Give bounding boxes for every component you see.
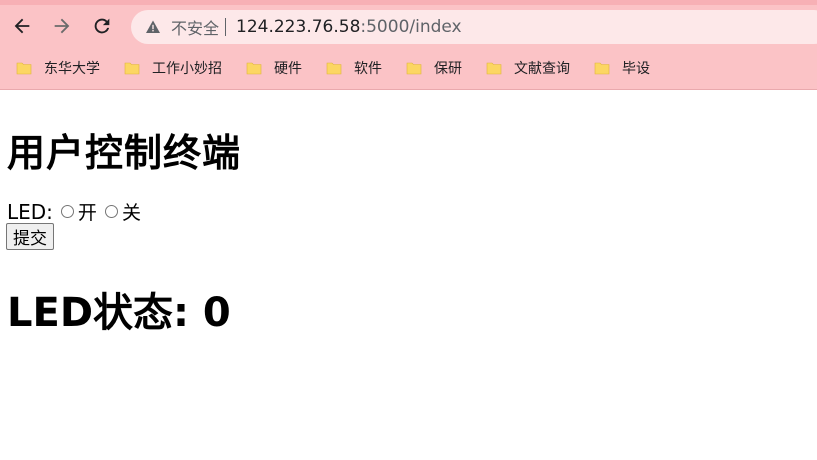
- led-status: LED状态: 0: [7, 290, 231, 336]
- bookmark-graduation[interactable]: 毕设: [586, 54, 658, 82]
- led-label: LED:: [7, 199, 53, 224]
- arrow-left-icon: [14, 18, 30, 34]
- url-host: 124.223.76.58: [236, 17, 361, 37]
- browser-toolbar: 不安全 124.223.76.58:5000/index: [0, 6, 817, 46]
- back-button[interactable]: [10, 14, 34, 38]
- bookmark-postgrad[interactable]: 保研: [398, 54, 470, 82]
- radio-on-label[interactable]: 开: [78, 198, 97, 225]
- url-path: :5000/index: [360, 17, 462, 37]
- page-title: 用户控制终端: [7, 131, 242, 175]
- bookmark-software[interactable]: 软件: [318, 54, 390, 82]
- reload-button[interactable]: [90, 14, 114, 38]
- forward-button[interactable]: [50, 14, 74, 38]
- folder-icon: [246, 61, 262, 75]
- radio-off[interactable]: [104, 205, 118, 218]
- folder-icon: [16, 61, 32, 75]
- address-bar[interactable]: 不安全 124.223.76.58:5000/index: [131, 10, 817, 44]
- tab-strip-edge: [0, 0, 817, 5]
- warning-triangle-icon[interactable]: [145, 19, 161, 35]
- bookmark-label: 工作小妙招: [152, 61, 222, 77]
- arrow-right-icon: [54, 18, 70, 34]
- bookmark-label: 保研: [434, 61, 462, 77]
- url-text[interactable]: 124.223.76.58:5000/index: [236, 17, 462, 37]
- bookmark-label: 软件: [354, 61, 382, 77]
- address-divider: [225, 18, 227, 36]
- folder-icon: [486, 61, 502, 75]
- page-content: 用户控制终端 LED: 开 关 提交 LED状态: 0: [0, 90, 817, 460]
- folder-icon: [124, 61, 140, 75]
- reload-icon: [94, 18, 110, 34]
- folder-icon: [594, 61, 610, 75]
- bookmarks-bar: 东华大学 工作小妙招 硬件 软件 保研 文献查询 毕设: [0, 50, 817, 86]
- submit-button[interactable]: 提交: [6, 223, 54, 250]
- radio-on[interactable]: [60, 205, 74, 218]
- led-control-form: LED: 开 关: [7, 198, 147, 225]
- bookmark-label: 东华大学: [44, 61, 100, 77]
- security-label[interactable]: 不安全: [171, 15, 219, 39]
- bookmark-literature[interactable]: 文献查询: [478, 54, 578, 82]
- bookmark-label: 硬件: [274, 61, 302, 77]
- folder-icon: [326, 61, 342, 75]
- bookmark-label: 文献查询: [514, 61, 570, 77]
- radio-off-label[interactable]: 关: [122, 198, 141, 225]
- bookmark-label: 毕设: [622, 61, 650, 77]
- bookmark-donghua[interactable]: 东华大学: [8, 54, 108, 82]
- bookmark-work-tips[interactable]: 工作小妙招: [116, 54, 230, 82]
- browser-chrome: 不安全 124.223.76.58:5000/index 东华大学 工作小妙招 …: [0, 0, 817, 90]
- folder-icon: [406, 61, 422, 75]
- bookmark-hardware[interactable]: 硬件: [238, 54, 310, 82]
